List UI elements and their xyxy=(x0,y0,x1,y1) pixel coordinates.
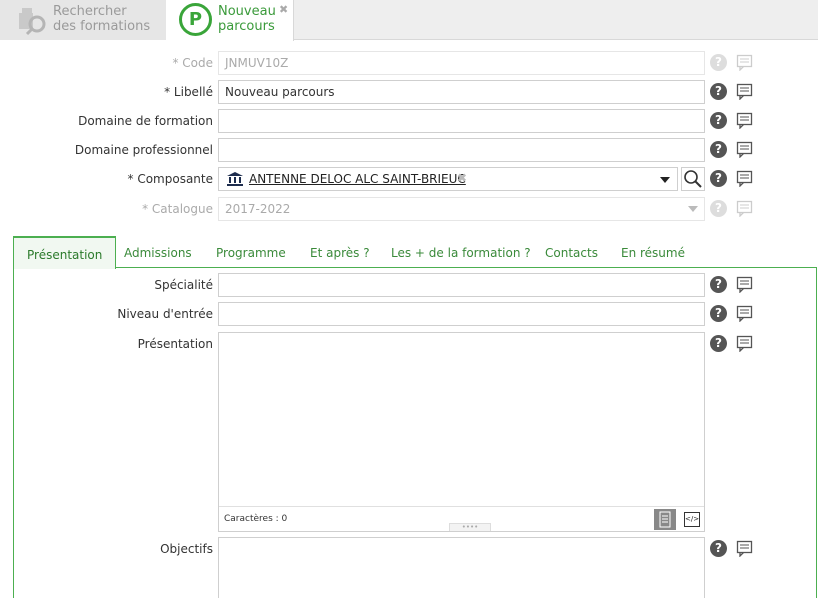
tab-contacts[interactable]: Contacts xyxy=(532,236,611,268)
help-icon[interactable]: ? xyxy=(710,170,727,187)
composante-search-button[interactable] xyxy=(681,167,705,191)
domaine-professionnel-select[interactable] xyxy=(218,138,705,162)
tab-new-parcours[interactable]: P Nouveau parcours ✖ xyxy=(166,0,294,41)
niveau-entree-select[interactable] xyxy=(218,302,705,326)
libelle-label: * Libellé xyxy=(164,85,213,99)
comment-icon[interactable] xyxy=(736,276,753,293)
top-tab-bar: Rechercher des formations P Nouveau parc… xyxy=(0,0,818,41)
presentation-editor[interactable]: Caractères : 0 •••• </> xyxy=(218,332,705,532)
source-code-button[interactable]: </> xyxy=(684,512,700,527)
help-icon[interactable]: ? xyxy=(710,335,727,352)
search-icon xyxy=(684,170,702,188)
institution-icon xyxy=(227,172,243,186)
tab-title-line1: Rechercher xyxy=(53,4,127,19)
row-code: * Code JNMUV10Z ? xyxy=(0,51,818,75)
tab-en-resume[interactable]: En résumé xyxy=(608,236,698,268)
help-icon[interactable]: ? xyxy=(710,141,727,158)
tab-admissions[interactable]: Admissions xyxy=(111,236,205,268)
help-icon: ? xyxy=(710,200,727,217)
tab-programme[interactable]: Programme xyxy=(203,236,299,268)
composante-label: * Composante xyxy=(127,172,213,186)
objectifs-label: Objectifs xyxy=(160,542,213,556)
comment-icon xyxy=(736,54,753,71)
parcours-p-icon: P xyxy=(179,3,212,36)
tab-title-line2: parcours xyxy=(218,19,275,34)
row-libelle: * Libellé Nouveau parcours ? xyxy=(0,80,818,104)
content-tabs: Présentation Admissions Programme Et apr… xyxy=(13,236,817,269)
tab-title-line2: des formations xyxy=(53,19,151,34)
domaine-formation-select[interactable] xyxy=(218,109,705,133)
help-icon[interactable]: ? xyxy=(710,305,727,322)
chevron-down-icon xyxy=(660,177,670,183)
tab-search-trainings-title: Rechercher des formations xyxy=(53,4,150,34)
comment-icon[interactable] xyxy=(736,83,753,100)
help-icon[interactable]: ? xyxy=(710,112,727,129)
comment-icon[interactable] xyxy=(736,112,753,129)
document-icon xyxy=(659,511,671,528)
help-icon: ? xyxy=(710,54,727,71)
objectifs-editor[interactable] xyxy=(218,537,705,598)
tab-et-apres[interactable]: Et après ? xyxy=(297,236,383,268)
comment-icon[interactable] xyxy=(736,141,753,158)
tab-title-line1: Nouveau xyxy=(218,4,276,19)
libelle-input[interactable]: Nouveau parcours xyxy=(218,80,705,104)
comment-icon[interactable] xyxy=(736,540,753,557)
row-domaine-professionnel: Domaine professionnel ? xyxy=(0,138,818,162)
tab-new-parcours-title: Nouveau parcours xyxy=(218,4,276,34)
code-field: JNMUV10Z xyxy=(218,51,705,75)
presentation-label: Présentation xyxy=(137,337,213,351)
comment-icon xyxy=(736,200,753,217)
tab-presentation[interactable]: Présentation xyxy=(13,236,117,269)
composante-chip-label[interactable]: ANTENNE DELOC ALC SAINT-BRIEUC xyxy=(249,172,466,186)
comment-icon[interactable] xyxy=(736,170,753,187)
row-composante: * Composante ANTENNE DELOC ALC SAINT-BRI… xyxy=(0,167,818,191)
row-specialite: Spécialité ? xyxy=(0,273,818,297)
help-icon[interactable]: ? xyxy=(710,540,727,557)
tab-les-plus[interactable]: Les + de la formation ? xyxy=(378,236,544,268)
chevron-down-icon xyxy=(688,206,698,212)
comment-icon[interactable] xyxy=(736,305,753,322)
domaine-formation-label: Domaine de formation xyxy=(78,114,213,128)
help-icon[interactable]: ? xyxy=(710,276,727,293)
catalogue-select: 2017-2022 xyxy=(218,197,705,221)
resize-handle[interactable]: •••• xyxy=(449,523,491,531)
row-domaine-formation: Domaine de formation ? xyxy=(0,109,818,133)
character-count: Caractères : 0 xyxy=(224,514,288,524)
catalogue-label: * Catalogue xyxy=(142,202,213,216)
specialite-label: Spécialité xyxy=(154,278,213,292)
composante-select[interactable]: ANTENNE DELOC ALC SAINT-BRIEUC ✖ xyxy=(218,167,678,191)
search-training-icon xyxy=(19,8,46,36)
niveau-entree-label: Niveau d'entrée xyxy=(117,307,213,321)
row-niveau-entree: Niveau d'entrée ? xyxy=(0,302,818,326)
wysiwyg-mode-button[interactable] xyxy=(654,509,676,530)
help-icon[interactable]: ? xyxy=(710,83,727,100)
comment-icon[interactable] xyxy=(736,335,753,352)
row-catalogue: * Catalogue 2017-2022 ? xyxy=(0,197,818,221)
remove-chip-icon[interactable]: ✖ xyxy=(457,171,467,185)
domaine-professionnel-label: Domaine professionnel xyxy=(74,143,213,157)
code-label: * Code xyxy=(172,56,213,70)
tab-search-trainings[interactable]: Rechercher des formations xyxy=(0,0,166,40)
specialite-input[interactable] xyxy=(218,273,705,297)
editor-footer: Caractères : 0 •••• </> xyxy=(219,506,704,531)
close-tab-icon[interactable]: ✖ xyxy=(279,3,288,16)
